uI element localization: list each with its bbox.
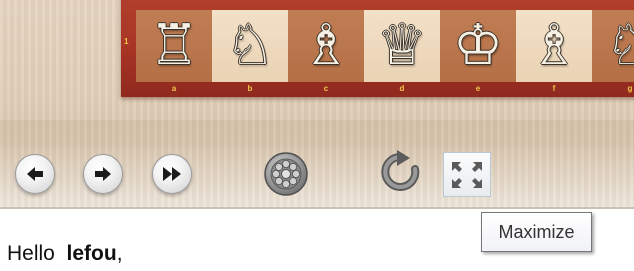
bishop-icon[interactable]: ♗ [301, 18, 351, 74]
knight-icon[interactable]: ♘ [225, 18, 275, 74]
square-c1[interactable]: ♗ [288, 10, 364, 82]
greeting-suffix: , [116, 242, 123, 265]
arrow-left-icon [27, 167, 43, 181]
file-label-g: g [627, 84, 633, 93]
greeting-prefix: Hello [7, 242, 55, 265]
file-label-c: c [323, 84, 329, 93]
rotate-icon [381, 150, 420, 191]
maximize-tooltip: Maximize [481, 212, 592, 252]
king-icon[interactable]: ♔ [453, 18, 503, 74]
wheel-icon [264, 152, 308, 196]
square-d1[interactable]: ♕ [364, 10, 440, 82]
divider [0, 207, 634, 209]
arrow-right-icon [95, 167, 111, 181]
square-a1[interactable]: ♖ [136, 10, 212, 82]
username[interactable]: lefou [67, 242, 117, 265]
maximize-icon [452, 161, 482, 188]
tooltip-text: Maximize [498, 221, 575, 242]
flip-board-button[interactable] [376, 148, 426, 198]
rook-icon[interactable]: ♖ [149, 18, 199, 74]
fast-forward-button[interactable] [152, 154, 192, 194]
wood-shading [0, 120, 634, 150]
options-wheel-button[interactable] [262, 150, 310, 198]
square-e1[interactable]: ♔ [440, 10, 516, 82]
rank-label: 1 [124, 37, 129, 46]
chess-app: 1 ♖ ♘ ♗ ♕ ♔ ♗ ♘ a b c d e f g Hello lefo… [0, 0, 634, 271]
file-label-d: d [399, 84, 405, 93]
file-label-b: b [247, 84, 253, 93]
fast-forward-icon [163, 167, 181, 181]
square-b1[interactable]: ♘ [212, 10, 288, 82]
chess-board: ♖ ♘ ♗ ♕ ♔ ♗ ♘ [136, 10, 634, 82]
maximize-button[interactable] [443, 152, 491, 197]
forward-button[interactable] [83, 154, 123, 194]
bishop-icon[interactable]: ♗ [529, 18, 579, 74]
knight-icon[interactable]: ♘ [605, 18, 634, 74]
square-g1[interactable]: ♘ [592, 10, 634, 82]
greeting: Hello lefou, [7, 242, 123, 266]
square-f1[interactable]: ♗ [516, 10, 592, 82]
back-button[interactable] [15, 154, 55, 194]
file-label-e: e [475, 84, 481, 93]
file-label-a: a [171, 84, 177, 93]
file-label-f: f [552, 84, 556, 93]
queen-icon[interactable]: ♕ [377, 18, 427, 74]
file-labels: a b c d e f g [136, 84, 634, 93]
